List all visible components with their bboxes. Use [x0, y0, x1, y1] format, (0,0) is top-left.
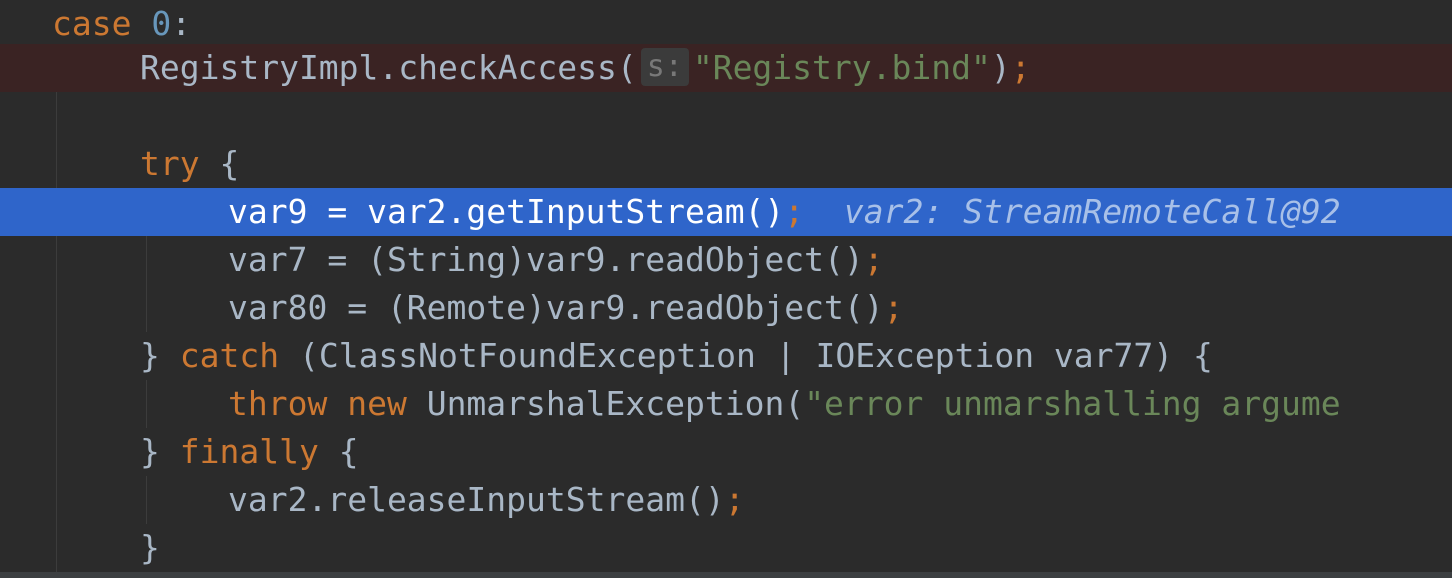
- keyword: finally: [179, 432, 319, 471]
- code-text: (ClassNotFoundException | IOException va…: [279, 336, 1213, 375]
- code-line[interactable]: } catch (ClassNotFoundException | IOExce…: [0, 332, 1452, 380]
- number-literal: 0: [151, 4, 172, 43]
- editor-bottom-edge: [0, 572, 1452, 578]
- code-line[interactable]: try {: [0, 140, 1452, 188]
- keyword: new: [347, 384, 407, 423]
- execution-line[interactable]: var9 = var2.getInputStream(); var2: Stre…: [0, 188, 1452, 236]
- code-line[interactable]: } finally {: [0, 428, 1452, 476]
- code-line[interactable]: var80 = (Remote)var9.readObject();: [0, 284, 1452, 332]
- code-text: }: [140, 336, 180, 375]
- code-text: UnmarshalException(: [406, 384, 805, 423]
- code-text: RegistryImpl.checkAccess(: [140, 48, 637, 87]
- code-line[interactable]: var2.releaseInputStream();: [0, 476, 1452, 524]
- semicolon: ;: [1010, 48, 1031, 87]
- keyword: try: [140, 144, 200, 183]
- breakpoint-line[interactable]: RegistryImpl.checkAccess(s: "Registry.bin…: [0, 44, 1452, 92]
- code-editor[interactable]: case 0: RegistryImpl.checkAccess(s: "Regi…: [0, 0, 1452, 578]
- code-text: {: [199, 144, 240, 183]
- keyword: catch: [179, 336, 280, 375]
- keyword: throw: [228, 384, 328, 423]
- code-text: }: [140, 528, 160, 567]
- parameter-hint: s:: [640, 47, 689, 86]
- code-text: ): [990, 48, 1011, 87]
- colon: :: [171, 4, 192, 43]
- semicolon: ;: [883, 288, 904, 327]
- code-line[interactable]: case 0:: [0, 0, 1452, 48]
- semicolon: ;: [784, 192, 805, 231]
- code-text: var7 = (String)var9.readObject(): [228, 240, 864, 279]
- semicolon: ;: [863, 240, 884, 279]
- semicolon: ;: [724, 480, 745, 519]
- code-line[interactable]: throw new UnmarshalException("error unma…: [0, 380, 1452, 428]
- code-text: var80 = (Remote)var9.readObject(): [228, 288, 884, 327]
- keyword: case: [52, 4, 132, 43]
- string-literal: "Registry.bind": [692, 48, 991, 87]
- code-line-blank[interactable]: [0, 92, 1452, 140]
- code-line[interactable]: var7 = (String)var9.readObject();: [0, 236, 1452, 284]
- inline-debug-value: var2: StreamRemoteCall@92: [843, 192, 1341, 231]
- code-text: {: [318, 432, 359, 471]
- code-text: }: [140, 432, 180, 471]
- code-text: var2.releaseInputStream(): [228, 480, 725, 519]
- code-text: var9 = var2.getInputStream(): [228, 192, 785, 231]
- string-literal: "error unmarshalling argume: [804, 384, 1341, 423]
- code-line[interactable]: }: [0, 524, 1452, 572]
